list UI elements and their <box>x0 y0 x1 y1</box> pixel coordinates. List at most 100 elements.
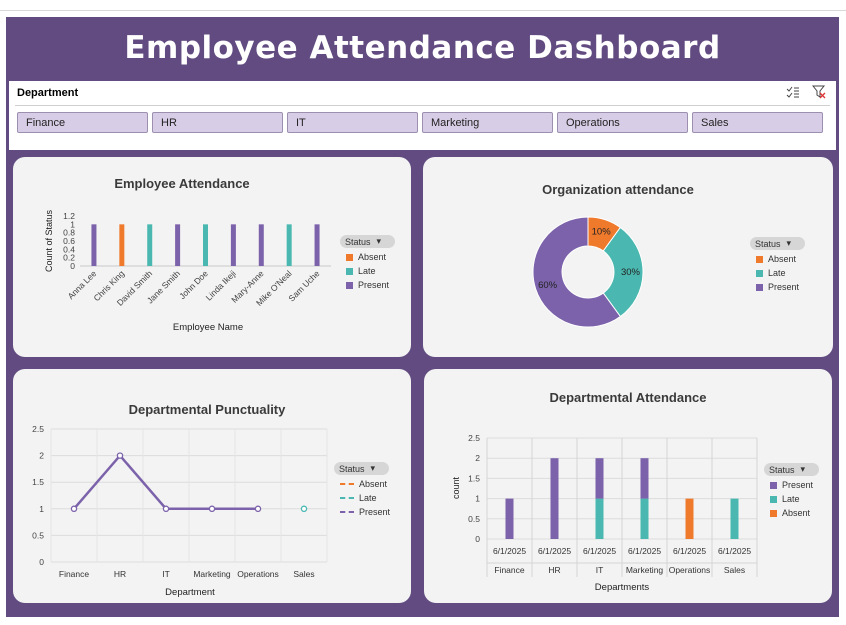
legend-item-present: Present <box>334 507 390 517</box>
slicer-item-it[interactable]: IT <box>287 112 418 133</box>
legend-label: Present <box>768 282 800 292</box>
top-divider <box>0 10 846 11</box>
legend-label: Late <box>782 494 800 504</box>
slice-label: 60% <box>538 280 558 291</box>
present-line-swatch <box>340 511 354 513</box>
filter-dropdown-icon: ▾ <box>370 463 376 473</box>
organization-attendance-card[interactable]: Organization attendance 10% 30% 60% Status… <box>423 157 833 357</box>
x-axis-title: Departments <box>595 582 650 593</box>
late-swatch <box>756 269 763 277</box>
legend-item-present: Present <box>750 282 805 292</box>
late-swatch <box>770 495 777 503</box>
legend-label: Present <box>782 480 814 490</box>
legend-item-late: Late <box>340 266 395 276</box>
legend-item-absent: Absent <box>750 254 805 264</box>
legend-header-label: Status <box>339 463 365 474</box>
late-line-swatch <box>340 497 354 499</box>
x-date-label: 6/1/2025 <box>583 546 616 556</box>
x-category-label: Finance <box>494 565 525 575</box>
y-axis-title: count <box>451 476 461 499</box>
legend-header[interactable]: Status ▾ <box>334 462 389 475</box>
bar-marketing-present <box>640 458 649 499</box>
legend-header[interactable]: Status ▾ <box>750 237 805 250</box>
x-category-label: Sales <box>724 565 745 575</box>
x-category-label: Marketing <box>626 565 664 575</box>
x-tick-label: Sam Uche <box>286 268 321 303</box>
bar-david-smith <box>147 224 153 266</box>
late-swatch <box>346 267 353 275</box>
y-tick-label: 2.5 <box>468 433 480 443</box>
legend-item-late: Late <box>750 268 805 278</box>
x-tick-label: IT <box>162 569 170 579</box>
legend-item-present: Present <box>764 480 819 490</box>
legend-header[interactable]: Status ▾ <box>764 463 819 476</box>
clear-filter-icon[interactable] <box>811 85 826 104</box>
x-category-label: IT <box>596 565 604 575</box>
legend-header-label: Status <box>755 238 781 249</box>
bar-it-late <box>595 498 604 539</box>
legend-item-present: Present <box>340 280 395 290</box>
x-category-label: Operations <box>669 565 711 575</box>
department-slicer[interactable]: Department Finance HR IT Marketing Opera… <box>9 81 836 150</box>
x-tick-label: Operations <box>237 569 279 579</box>
y-tick-label: 1 <box>475 494 480 504</box>
legend-header[interactable]: Status ▾ <box>340 235 395 248</box>
slicer-item-hr[interactable]: HR <box>152 112 283 133</box>
departmental-punctuality-legend: Status ▾ Absent Late Present <box>334 462 390 517</box>
legend-header-label: Status <box>345 236 371 247</box>
legend-label: Late <box>359 493 377 503</box>
y-tick-label: 1.5 <box>468 473 480 483</box>
x-tick-label: HR <box>114 569 126 579</box>
departmental-attendance-card[interactable]: Departmental Attendance 0 0.5 1 1.5 2 2.5 6/1/… <box>424 369 832 603</box>
bar-linda-ikeji <box>230 224 236 266</box>
employee-attendance-card[interactable]: Employee Attendance 0 0.2 0.4 0.6 0.8 1 1.2 Ann… <box>13 157 411 357</box>
x-category-label: HR <box>548 565 560 575</box>
slicer-item-marketing[interactable]: Marketing <box>422 112 553 133</box>
bar-anna-lee <box>91 224 97 266</box>
legend-header-label: Status <box>769 464 795 475</box>
multi-select-icon[interactable] <box>786 85 800 104</box>
legend-label: Absent <box>768 254 797 264</box>
legend-item-absent: Absent <box>334 479 390 489</box>
slicer-divider <box>15 105 830 106</box>
point-present <box>162 505 170 513</box>
filter-dropdown-icon: ▾ <box>376 236 382 246</box>
x-date-label: 6/1/2025 <box>718 546 751 556</box>
x-tick-label: Sales <box>293 569 314 579</box>
legend-label: Absent <box>359 479 388 489</box>
slice-label: 10% <box>592 227 612 238</box>
departmental-punctuality-card[interactable]: 0 0.5 1 1.5 2 2.5 Finance HR IT Marketing Operatio… <box>13 369 411 603</box>
employee-attendance-legend: Status ▾ Absent Late Present <box>340 235 395 290</box>
present-swatch <box>756 283 763 291</box>
bar-it-present <box>595 458 604 499</box>
slicer-item-finance[interactable]: Finance <box>17 112 148 133</box>
bar-sam-uche <box>314 224 320 266</box>
bar-chris-king <box>119 224 125 266</box>
bar-mary-anne <box>258 224 264 266</box>
legend-label: Present <box>359 507 391 517</box>
y-tick-label: 0.5 <box>468 514 480 524</box>
point-present <box>116 452 124 459</box>
x-axis-title: Employee Name <box>173 322 243 333</box>
y-tick-label: 0 <box>475 534 480 544</box>
x-date-label: 6/1/2025 <box>673 546 706 556</box>
y-tick-label: 1.2 <box>63 211 75 221</box>
y-tick-label: 2 <box>39 451 44 461</box>
slicer-item-operations[interactable]: Operations <box>557 112 688 133</box>
slicer-item-sales[interactable]: Sales <box>692 112 823 133</box>
bar-hr-present <box>550 458 559 539</box>
bar-marketing-late <box>640 498 649 539</box>
x-tick-label: Finance <box>59 569 90 579</box>
departmental-punctuality-title: Departmental Punctuality <box>128 402 286 417</box>
y-tick-label: 1 <box>39 504 44 514</box>
absent-line-swatch <box>340 483 354 485</box>
bar-john-doe <box>203 224 208 266</box>
bar-finance-present <box>505 498 514 539</box>
slicer-header: Department <box>17 87 79 99</box>
y-tick-label: 2 <box>475 453 480 463</box>
y-tick-label: 0.5 <box>32 530 44 540</box>
bar-sales-late <box>730 498 739 539</box>
legend-item-absent: Absent <box>764 508 819 518</box>
x-tick-label: Marketing <box>193 569 231 579</box>
legend-label: Late <box>358 266 376 276</box>
